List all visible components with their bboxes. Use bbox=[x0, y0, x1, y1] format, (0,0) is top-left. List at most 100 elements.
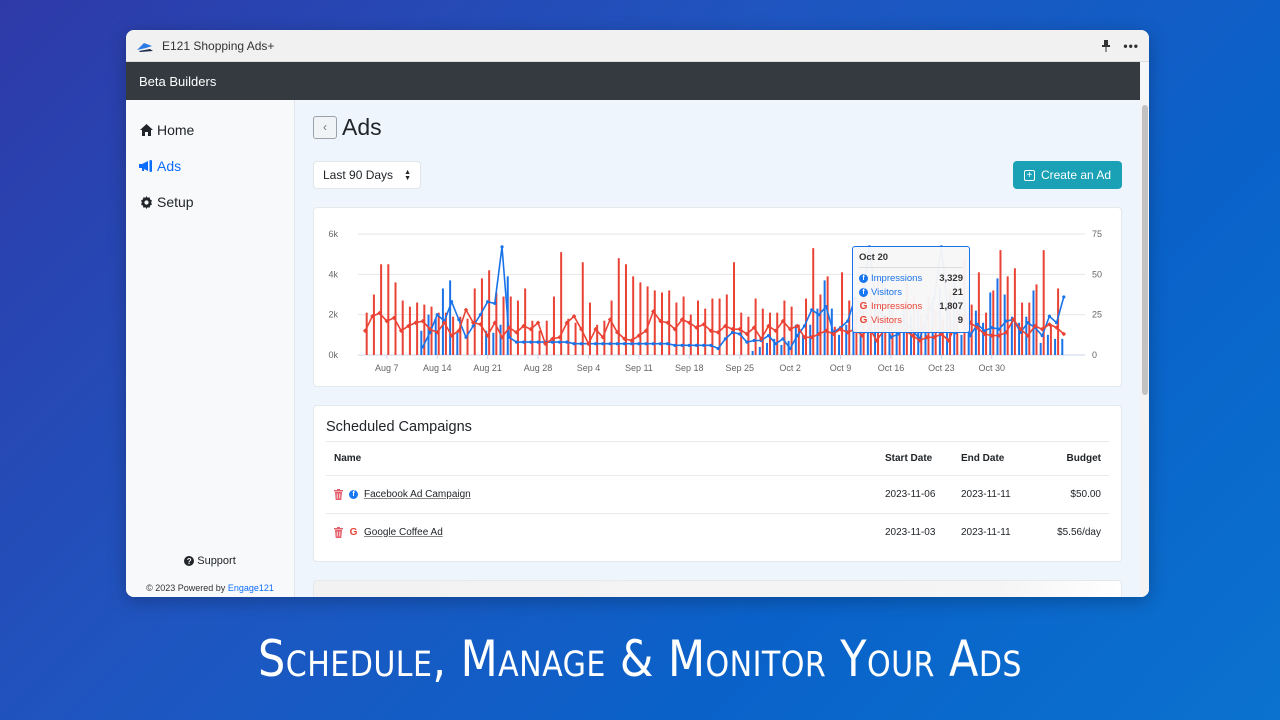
x-tick-label: Oct 2 bbox=[779, 363, 801, 373]
facebook-visitors-point bbox=[644, 342, 648, 346]
sidebar-item-setup[interactable]: Setup bbox=[126, 184, 294, 220]
budget: $5.56/day bbox=[1057, 526, 1101, 538]
google-impressions-bar bbox=[1042, 250, 1045, 355]
pin-icon[interactable] bbox=[1101, 39, 1111, 52]
facebook-visitors-point bbox=[565, 340, 569, 344]
campaign-link[interactable]: Facebook Ad Campaign bbox=[364, 489, 471, 500]
facebook-visitors-point bbox=[1054, 321, 1059, 325]
app-title: E121 Shopping Ads+ bbox=[162, 38, 275, 53]
sidebar-item-ads[interactable]: Ads bbox=[126, 148, 294, 184]
facebook-visitors-point bbox=[810, 308, 814, 312]
google-impressions-bar bbox=[999, 250, 1002, 355]
end-date: 2023-11-11 bbox=[961, 526, 1011, 538]
google-impressions-bar bbox=[416, 302, 419, 355]
scrollbar-thumb[interactable] bbox=[1142, 105, 1148, 395]
facebook-visitors-point bbox=[774, 342, 778, 346]
scheduled-campaigns-title: Scheduled Campaigns bbox=[326, 406, 1109, 442]
home-icon bbox=[139, 123, 153, 137]
google-impressions-bar bbox=[581, 262, 584, 355]
tooltip-label: Visitors bbox=[871, 314, 902, 326]
sidebar-item-home[interactable]: Home bbox=[126, 112, 294, 148]
tooltip-date: Oct 20 bbox=[859, 252, 963, 268]
facebook-visitors-point bbox=[802, 324, 807, 328]
facebook-visitors-point bbox=[651, 342, 655, 346]
column-header-budget: Budget bbox=[1029, 442, 1109, 476]
facebook-visitors-point bbox=[493, 301, 497, 305]
y-left-tick-label: 2k bbox=[328, 310, 338, 320]
facebook-visitors-point bbox=[622, 342, 627, 346]
google-impressions-bar bbox=[1006, 276, 1009, 355]
sidebar-item-label: Home bbox=[157, 122, 195, 138]
facebook-impressions-bar bbox=[449, 280, 452, 355]
google-icon: G bbox=[349, 526, 358, 538]
facebook-visitors-point bbox=[1047, 314, 1051, 318]
trash-icon[interactable] bbox=[334, 526, 343, 538]
create-ad-button[interactable]: + Create an Ad bbox=[1013, 161, 1122, 189]
facebook-visitors-point bbox=[817, 313, 821, 317]
table-row: f Facebook Ad Campaign 2023-11-06 2023-1… bbox=[326, 475, 1109, 514]
google-impressions-bar bbox=[812, 248, 815, 355]
tooltip-value: 3,329 bbox=[939, 272, 963, 284]
y-left-tick-label: 0k bbox=[328, 350, 338, 360]
facebook-visitors-point bbox=[450, 300, 454, 304]
facebook-visitors-point bbox=[795, 334, 799, 338]
budget: $50.00 bbox=[1029, 475, 1109, 514]
x-tick-label: Aug 21 bbox=[473, 363, 502, 373]
google-impressions-bar bbox=[401, 300, 404, 355]
facebook-visitors-point bbox=[529, 340, 533, 344]
table-row: G Google Coffee Ad 2023-11-03 2023-11-11… bbox=[326, 513, 1109, 551]
campaigns-table: Name Start Date End Date Budget f Facebo… bbox=[326, 442, 1109, 551]
google-impressions-bar bbox=[660, 292, 663, 355]
facebook-visitors-point bbox=[824, 305, 828, 309]
main-content: ‹ Ads Last 90 Days ▲ ▼ + Create an Ad 0k 2… bbox=[295, 100, 1149, 597]
google-impressions-bar bbox=[574, 322, 577, 355]
start-date: 2023-11-06 bbox=[877, 475, 953, 514]
support-label: Support bbox=[197, 555, 236, 567]
google-impressions-bar bbox=[387, 264, 390, 355]
facebook-visitors-point bbox=[716, 346, 720, 351]
facebook-visitors-point bbox=[723, 337, 727, 341]
facebook-visitors-point bbox=[788, 346, 792, 351]
tooltip-row: f Visitors 21 bbox=[859, 285, 963, 299]
app-logo-icon bbox=[136, 40, 154, 52]
facebook-impressions-bar bbox=[780, 344, 783, 355]
x-tick-label: Aug 7 bbox=[375, 363, 399, 373]
tooltip-label: Impressions bbox=[871, 272, 923, 284]
sidebar-item-label: Ads bbox=[157, 158, 182, 174]
more-options-icon[interactable]: ••• bbox=[1123, 39, 1139, 53]
google-impressions-bar bbox=[588, 302, 591, 355]
trash-icon[interactable] bbox=[334, 488, 343, 500]
x-tick-label: Sep 18 bbox=[675, 363, 704, 373]
google-icon: G bbox=[859, 314, 868, 326]
campaign-link[interactable]: Google Coffee Ad bbox=[364, 527, 443, 538]
footer-text: © 2023 Powered by bbox=[146, 583, 226, 593]
facebook-visitors-point bbox=[745, 340, 749, 344]
date-range-select[interactable]: Last 90 Days ▲ ▼ bbox=[313, 161, 421, 189]
engage121-link[interactable]: Engage121 bbox=[228, 583, 274, 593]
facebook-impressions-bar bbox=[1046, 334, 1049, 355]
google-impressions-bar bbox=[1013, 268, 1016, 355]
facebook-impressions-bar bbox=[974, 310, 977, 355]
facebook-impressions-bar bbox=[499, 324, 502, 355]
google-impressions-bar bbox=[545, 320, 548, 355]
scrollbar[interactable] bbox=[1140, 100, 1149, 597]
facebook-impressions-bar bbox=[420, 330, 423, 355]
scheduled-campaigns-card: Scheduled Campaigns Name Start Date End … bbox=[313, 405, 1122, 562]
tooltip-row: G Visitors 9 bbox=[859, 313, 963, 327]
facebook-visitors-point bbox=[990, 325, 994, 330]
plus-square-icon: + bbox=[1023, 169, 1035, 181]
column-header-name: Name bbox=[326, 442, 877, 476]
facebook-visitors-point bbox=[738, 332, 742, 336]
x-tick-label: Oct 30 bbox=[979, 363, 1006, 373]
back-button[interactable]: ‹ bbox=[313, 115, 337, 139]
date-range-value: Last 90 Days bbox=[323, 168, 394, 182]
app-window: E121 Shopping Ads+ ••• Beta Builders Hom… bbox=[126, 30, 1149, 597]
facebook-visitors-point bbox=[1062, 295, 1066, 299]
facebook-visitors-point bbox=[709, 343, 713, 347]
facebook-visitors-point bbox=[615, 342, 619, 346]
google-impressions-bar bbox=[516, 300, 519, 355]
facebook-visitors-point bbox=[1040, 334, 1044, 338]
x-tick-label: Sep 11 bbox=[625, 363, 653, 373]
support-link[interactable]: ? Support bbox=[126, 555, 294, 567]
facebook-icon: f bbox=[859, 273, 868, 283]
